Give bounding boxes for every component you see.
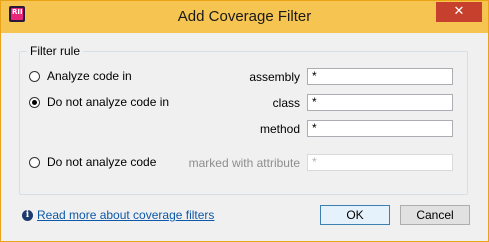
attribute-input: * xyxy=(307,154,453,171)
close-button[interactable]: ✕ xyxy=(436,2,482,22)
radio-analyze-code-in[interactable]: Analyze code in xyxy=(29,69,132,83)
attribute-label: marked with attribute xyxy=(188,156,300,170)
radio-label: Do not analyze code xyxy=(47,155,157,169)
method-input[interactable]: * xyxy=(307,120,453,137)
assembly-input[interactable]: * xyxy=(307,68,453,85)
radio-button[interactable] xyxy=(29,70,40,82)
filter-rule-label: Filter rule xyxy=(27,44,84,58)
class-label: class xyxy=(272,96,300,110)
radio-label: Analyze code in xyxy=(47,69,132,83)
radio-button-selected[interactable] xyxy=(29,96,40,108)
close-icon: ✕ xyxy=(453,4,465,19)
radio-button[interactable] xyxy=(29,156,40,168)
radio-label: Do not analyze code in xyxy=(47,95,170,109)
assembly-label: assembly xyxy=(249,70,300,84)
ok-button[interactable]: OK xyxy=(320,205,390,225)
class-input[interactable]: * xyxy=(307,94,453,111)
dialog-window: RII Add Coverage Filter ✕ Filter rule An… xyxy=(0,0,489,242)
coverage-filters-help-link[interactable]: Read more about coverage filters xyxy=(37,208,214,222)
radio-do-not-analyze-code-in[interactable]: Do not analyze code in xyxy=(29,95,169,109)
info-icon: i xyxy=(22,210,33,221)
cancel-button[interactable]: Cancel xyxy=(400,205,470,225)
title-bar[interactable]: RII Add Coverage Filter ✕ xyxy=(1,1,488,33)
method-label: method xyxy=(259,122,300,136)
radio-do-not-analyze-code[interactable]: Do not analyze code xyxy=(29,155,156,169)
window-title: Add Coverage Filter xyxy=(177,8,312,25)
dialog-content: Filter rule Analyze code in Do not analy… xyxy=(8,33,481,234)
